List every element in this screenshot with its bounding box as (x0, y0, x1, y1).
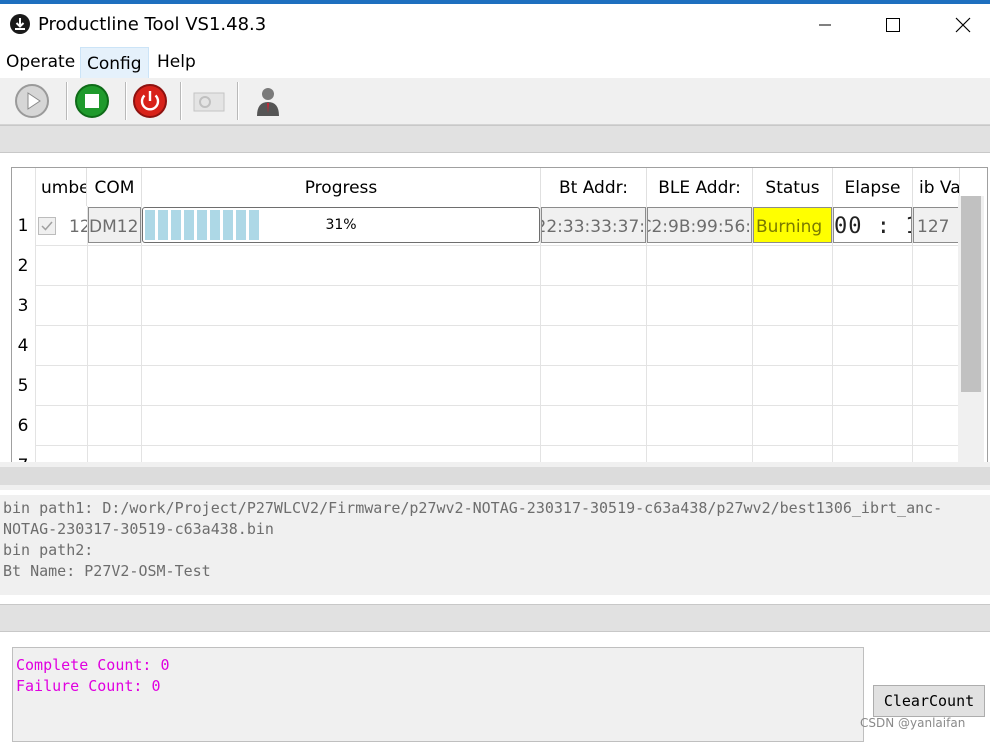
stop-button[interactable] (73, 82, 111, 120)
download-icon (10, 14, 30, 34)
header-lib-val[interactable]: ib Va (913, 168, 960, 206)
log-bin-path1-cont: NOTAG-230317-30519-c63a438.bin (3, 520, 274, 538)
header-elapse[interactable]: Elapse (833, 168, 913, 206)
close-button[interactable] (940, 4, 986, 46)
gear-icon (193, 92, 225, 112)
log-bin-path2: bin path2: (3, 541, 94, 559)
toolbar-separator (237, 82, 239, 120)
minimize-button[interactable] (802, 4, 848, 46)
window-title: Productline Tool VS1.48.3 (38, 14, 267, 35)
header-ble-addr[interactable]: BLE Addr: (647, 168, 753, 206)
header-com[interactable]: COM (88, 168, 142, 206)
grid-line (35, 365, 960, 366)
row-number-value: 12 (69, 217, 87, 237)
panel-separator (0, 604, 990, 632)
status-badge: Burning (753, 207, 832, 243)
title-bar[interactable]: Productline Tool VS1.48.3 (0, 4, 990, 46)
menu-bar: Operate Config Help (0, 46, 990, 79)
toolbar-separator (125, 82, 127, 120)
grid-line (540, 206, 541, 463)
info-log: bin path1: D:/work/Project/P27WLCV2/Firm… (0, 495, 990, 595)
row-number: 6 (17, 416, 29, 436)
power-button[interactable] (131, 82, 169, 120)
play-icon (15, 84, 49, 118)
ble-addr-cell[interactable]: :56:C2:9B:99 (647, 207, 752, 243)
com-cell[interactable]: DM12 (88, 207, 141, 243)
lib-val-cell[interactable]: 127 (913, 207, 960, 243)
horizontal-scrollbar[interactable] (0, 462, 990, 490)
elapse-cell: 00 : 14 (833, 207, 912, 243)
stop-icon (75, 84, 109, 118)
menu-operate[interactable]: Operate (0, 46, 81, 76)
bt-addr-cell[interactable]: :22:33:33:37 (541, 207, 646, 243)
row-number: 5 (17, 376, 29, 396)
watermark: CSDN @yanlaifan (860, 716, 966, 730)
grid-line (912, 206, 913, 463)
grid-line (35, 245, 960, 246)
row-number-cell[interactable]: 12 (36, 208, 87, 244)
vertical-scroll-thumb[interactable] (961, 196, 981, 392)
grid-line (646, 206, 647, 463)
complete-count: Complete Count: 0 (16, 656, 170, 674)
header-bt-addr[interactable]: Bt Addr: (541, 168, 647, 206)
grid-line (35, 285, 960, 286)
clear-count-button[interactable]: ClearCount (873, 685, 985, 717)
grid-line (141, 206, 142, 463)
close-icon (955, 17, 971, 33)
user-icon (257, 88, 279, 116)
minimize-icon (819, 24, 831, 26)
device-grid: umbe COM Progress Bt Addr: BLE Addr: Sta… (11, 167, 988, 464)
horizontal-scroll-thumb[interactable] (0, 467, 990, 485)
failure-count: Failure Count: 0 (16, 677, 161, 695)
panel-separator (0, 125, 990, 153)
grid-line (35, 445, 960, 446)
header-progress[interactable]: Progress (142, 168, 541, 206)
log-bin-path1: bin path1: D:/work/Project/P27WLCV2/Firm… (3, 499, 943, 517)
row-number: 4 (17, 336, 29, 356)
grid-line (35, 405, 960, 406)
toolbar (0, 78, 990, 125)
progress-bar: 31% (142, 207, 540, 243)
row-number: 1 (17, 216, 29, 236)
menu-config[interactable]: Config (80, 47, 149, 79)
row-number: 2 (17, 256, 29, 276)
vertical-scrollbar[interactable] (958, 196, 984, 463)
header-status[interactable]: Status (753, 168, 833, 206)
grid-line (35, 325, 960, 326)
menu-help[interactable]: Help (151, 46, 202, 76)
maximize-icon (886, 18, 900, 32)
header-number[interactable]: umbe (35, 168, 87, 206)
log-bt-name: Bt Name: P27V2-OSM-Test (3, 562, 211, 580)
grid-line (87, 206, 88, 463)
maximize-button[interactable] (870, 4, 916, 46)
user-button[interactable] (249, 82, 287, 120)
grid-header: umbe COM Progress Bt Addr: BLE Addr: Sta… (12, 168, 960, 206)
start-button[interactable] (13, 82, 51, 120)
progress-text: 31% (325, 217, 357, 233)
row-number: 3 (17, 296, 29, 316)
toolbar-separator (180, 82, 182, 120)
toolbar-separator (66, 82, 68, 120)
grid-line (832, 206, 833, 463)
settings-button[interactable] (190, 82, 228, 120)
grid-line (752, 206, 753, 463)
checkbox-icon[interactable] (38, 217, 56, 235)
count-log: Complete Count: 0 Failure Count: 0 (12, 647, 864, 742)
power-icon (133, 84, 167, 118)
